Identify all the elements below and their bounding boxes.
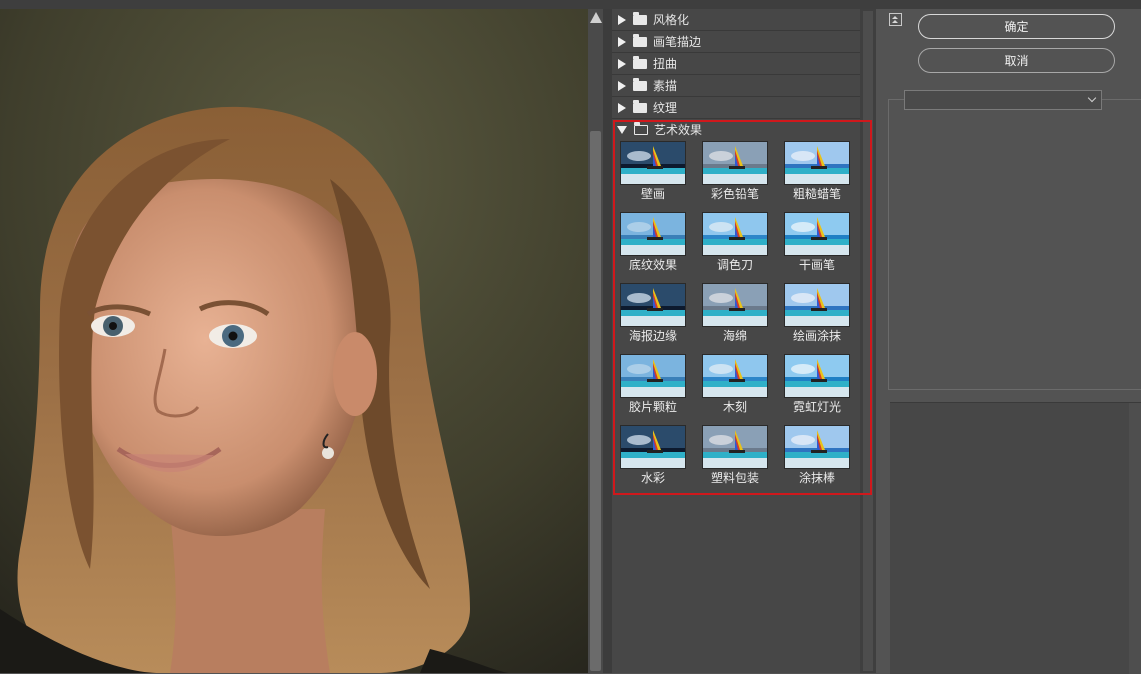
panel-divider xyxy=(603,9,612,673)
category-label: 扭曲 xyxy=(653,57,678,71)
category-brush-strokes[interactable]: 画笔描边 xyxy=(612,31,860,53)
ok-button[interactable]: 确定 xyxy=(918,14,1115,39)
effect-layers-scrollbar[interactable] xyxy=(1129,403,1141,674)
filter-settings-frame xyxy=(888,99,1141,390)
folder-icon xyxy=(633,99,647,113)
cancel-button[interactable]: 取消 xyxy=(918,48,1115,73)
expand-triangle-icon[interactable] xyxy=(618,14,626,25)
category-sketch[interactable]: 素描 xyxy=(612,75,860,97)
image-preview[interactable] xyxy=(0,9,588,673)
folder-icon xyxy=(633,33,647,47)
category-label: 风格化 xyxy=(653,13,690,27)
effect-layers-panel xyxy=(890,402,1141,674)
filter-select-dropdown[interactable] xyxy=(904,90,1102,110)
collapse-panel-icon[interactable] xyxy=(889,13,902,26)
expand-triangle-icon[interactable] xyxy=(618,58,626,69)
expand-triangle-icon[interactable] xyxy=(618,36,626,47)
category-label: 画笔描边 xyxy=(653,35,702,49)
expand-triangle-icon[interactable] xyxy=(618,80,626,91)
preview-scrollbar[interactable] xyxy=(588,9,603,673)
chevron-down-icon[interactable] xyxy=(1087,93,1097,103)
category-stylize[interactable]: 风格化 xyxy=(612,9,860,31)
category-distort[interactable]: 扭曲 xyxy=(612,53,860,75)
dialog-top-bar xyxy=(0,0,1141,9)
folder-icon xyxy=(633,77,647,91)
category-label: 纹理 xyxy=(653,101,678,115)
category-label: 素描 xyxy=(653,79,678,93)
preview-scrollbar-thumb[interactable] xyxy=(590,131,601,671)
folder-icon xyxy=(633,11,647,25)
category-texture[interactable]: 纹理 xyxy=(612,97,860,119)
folder-icon xyxy=(633,55,647,69)
scroll-up-arrow-icon[interactable] xyxy=(590,12,602,23)
portrait-photo xyxy=(0,9,588,673)
highlight-box xyxy=(613,120,872,495)
expand-triangle-icon[interactable] xyxy=(618,102,626,113)
